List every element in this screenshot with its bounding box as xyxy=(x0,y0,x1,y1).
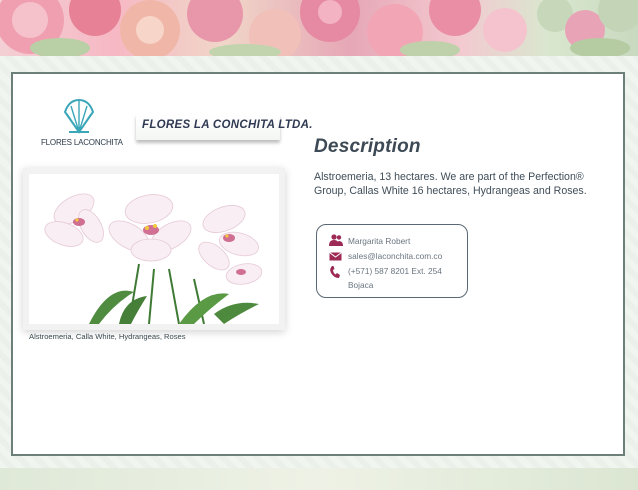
floral-banner-art xyxy=(0,0,638,56)
contact-phone: (+571) 587 8201 Ext. 254 xyxy=(348,266,442,276)
contact-city: Bojaca xyxy=(348,280,374,290)
info-card: FLORES LACONCHITA FLORES LA CONCHITA LTD… xyxy=(11,72,625,456)
photo-caption: Alstroemeria, Calla White, Hydrangeas, R… xyxy=(29,332,186,341)
contact-name: Margarita Robert xyxy=(348,236,411,246)
mail-icon xyxy=(329,252,342,261)
people-icon xyxy=(329,234,343,246)
logo-text: FLORES LACONCHITA xyxy=(41,138,123,147)
floral-banner xyxy=(0,0,638,56)
alstroemeria-image xyxy=(29,174,279,324)
flower-photo xyxy=(29,174,279,324)
contact-email[interactable]: sales@laconchita.com.co xyxy=(348,251,442,261)
company-name: FLORES LA CONCHITA LTDA. xyxy=(142,119,313,131)
description-title: Description xyxy=(314,136,421,157)
company-name-tag: FLORES LA CONCHITA LTDA. xyxy=(136,114,312,140)
phone-icon xyxy=(330,266,340,278)
bottom-strip xyxy=(0,468,638,490)
description-body: Alstroemeria, 13 hectares. We are part o… xyxy=(314,171,587,197)
shell-icon xyxy=(63,98,95,134)
contact-box: Margarita Robert sales@laconchita.com.co… xyxy=(316,224,468,298)
company-logo: FLORES LACONCHITA xyxy=(41,98,133,150)
